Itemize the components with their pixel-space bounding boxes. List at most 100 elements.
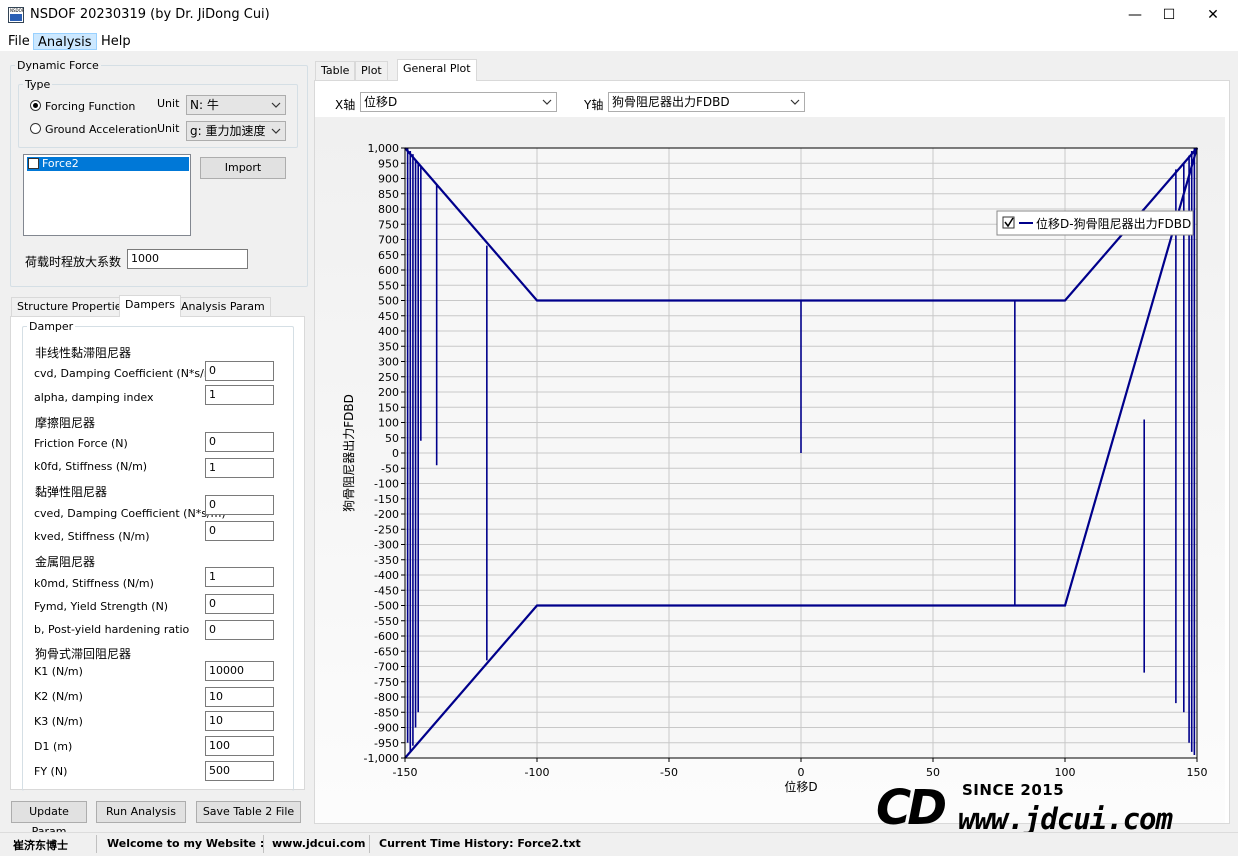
y-axis-title: 狗骨阻尼器出力FDBD <box>342 394 356 512</box>
kved-input[interactable]: 0 <box>205 521 274 541</box>
d1-input[interactable]: 100 <box>205 736 274 756</box>
force-item-checkbox[interactable] <box>28 158 39 169</box>
amplify-label: 荷载时程放大系数 <box>25 255 122 269</box>
k0fd-input[interactable]: 1 <box>205 458 274 478</box>
y-tick-label: -50 <box>381 462 399 475</box>
cvd-input[interactable]: 0 <box>205 361 274 381</box>
chevron-down-icon <box>542 99 552 105</box>
section-viscoelastic: 黏弹性阻尼器 <box>35 485 108 499</box>
tab-analysis-param[interactable]: Analysis Param <box>175 297 271 317</box>
maximize-button[interactable]: ☐ <box>1146 0 1192 31</box>
fymd-input[interactable]: 0 <box>205 594 274 614</box>
legend[interactable]: 位移D-狗骨阻尼器出力FDBD <box>996 210 1194 236</box>
y-tick-label: -800 <box>374 691 399 704</box>
y-tick-label: 250 <box>378 371 399 384</box>
cvd-label: cvd, Damping Coefficient (N*s/m) <box>34 367 219 380</box>
app-icon-label: NSDOF <box>10 8 25 13</box>
x-axis-select[interactable]: 位移D <box>360 92 557 112</box>
k0md-input[interactable]: 1 <box>205 567 274 587</box>
tab-plot[interactable]: Plot <box>355 61 388 81</box>
since-2015-text: SINCE 2015 <box>962 781 1065 799</box>
y-tick-label: 600 <box>378 264 399 277</box>
y-tick-label: -750 <box>374 676 399 689</box>
k0md-label: k0md, Stiffness (N/m) <box>34 577 154 590</box>
window-title: NSDOF 20230319 (by Dr. JiDong Cui) <box>30 7 270 22</box>
alpha-label: alpha, damping index <box>34 391 154 404</box>
x-tick-label: -100 <box>525 766 550 779</box>
y-tick-label: 800 <box>378 203 399 216</box>
y-tick-label: 450 <box>378 310 399 323</box>
tab-structure-properties[interactable]: Structure Properties <box>11 297 134 317</box>
ground-acceleration-label: Ground Acceleration <box>45 123 158 136</box>
chart[interactable]: 1,00095090085080075070065060055050045040… <box>315 117 1225 823</box>
close-button[interactable]: ✕ <box>1190 0 1236 31</box>
type-legend: Type <box>25 78 51 91</box>
y-tick-label: 500 <box>378 295 399 308</box>
friction-force-label: Friction Force (N) <box>34 437 128 450</box>
y-tick-label: 50 <box>385 432 399 445</box>
friction-force-input[interactable]: 0 <box>205 432 274 452</box>
y-tick-label: -350 <box>374 554 399 567</box>
y-tick-label: 400 <box>378 325 399 338</box>
y-axis-select[interactable]: 狗骨阻尼器出力FDBD <box>608 92 805 112</box>
tab-dampers[interactable]: Dampers <box>119 295 181 317</box>
menu-bar: File Analysis Help <box>0 31 1238 51</box>
tab-table[interactable]: Table <box>315 61 356 81</box>
k2-label: K2 (N/m) <box>34 690 83 703</box>
menu-help[interactable]: Help <box>97 33 135 50</box>
force-list[interactable]: Force2 <box>23 154 191 236</box>
y-tick-label: -1,000 <box>364 752 399 765</box>
k2-input[interactable]: 10 <box>205 687 274 707</box>
y-tick-label: -400 <box>374 569 399 582</box>
run-analysis-button[interactable]: Run Analysis <box>96 801 186 823</box>
menu-analysis[interactable]: Analysis <box>33 33 97 50</box>
y-tick-label: 550 <box>378 279 399 292</box>
cved-input[interactable]: 0 <box>205 495 274 515</box>
b-label: b, Post-yield hardening ratio <box>34 623 190 636</box>
forcing-unit-value: N: 牛 <box>190 98 219 112</box>
menu-file[interactable]: File <box>4 33 34 50</box>
chevron-down-icon <box>271 128 281 134</box>
x-axis-label: X轴 <box>335 98 356 112</box>
x-tick-label: -50 <box>660 766 678 779</box>
status-website-link[interactable]: www.jdcui.com <box>272 837 365 850</box>
title-bar[interactable]: NSDOF NSDOF 20230319 (by Dr. JiDong Cui)… <box>0 0 1238 31</box>
k1-input[interactable]: 10000 <box>205 661 274 681</box>
k3-input[interactable]: 10 <box>205 711 274 731</box>
force-list-item[interactable]: Force2 <box>27 157 189 171</box>
chevron-down-icon <box>790 99 800 105</box>
y-tick-label: 950 <box>378 157 399 170</box>
y-tick-label: 850 <box>378 188 399 201</box>
ground-unit-value: g: 重力加速度 <box>190 124 266 138</box>
fy-input[interactable]: 500 <box>205 761 274 781</box>
tab-general-plot[interactable]: General Plot <box>397 59 477 81</box>
b-input[interactable]: 0 <box>205 620 274 640</box>
import-button[interactable]: Import <box>200 157 286 179</box>
section-nonlinear: 非线性黏滞阻尼器 <box>35 346 132 360</box>
y-axis-value: 狗骨阻尼器出力FDBD <box>612 95 730 109</box>
y-tick-label: -650 <box>374 645 399 658</box>
y-tick-label: -550 <box>374 615 399 628</box>
forcing-unit-select[interactable]: N: 牛 <box>186 95 286 115</box>
y-tick-label: -200 <box>374 508 399 521</box>
section-friction: 摩擦阻尼器 <box>35 416 96 430</box>
ground-acceleration-radio[interactable] <box>30 123 41 134</box>
amplify-input[interactable]: 1000 <box>127 249 248 269</box>
y-tick-label: -900 <box>374 722 399 735</box>
status-current-history: Current Time History: Force2.txt <box>379 837 581 850</box>
fy-label: FY (N) <box>34 765 68 778</box>
k1-label: K1 (N/m) <box>34 665 83 678</box>
cd-logo: CD <box>876 780 947 836</box>
y-tick-label: 150 <box>378 401 399 414</box>
ground-unit-select[interactable]: g: 重力加速度 <box>186 121 286 141</box>
d1-label: D1 (m) <box>34 740 73 753</box>
alpha-input[interactable]: 1 <box>205 385 274 405</box>
save-table-button[interactable]: Save Table 2 File <box>196 801 301 823</box>
forcing-function-radio[interactable] <box>30 100 41 111</box>
update-param-button[interactable]: Update Param <box>11 801 87 838</box>
kved-label: kved, Stiffness (N/m) <box>34 530 150 543</box>
ground-unit-label: Unit <box>157 122 180 135</box>
y-tick-label: -700 <box>374 661 399 674</box>
forcing-function-label: Forcing Function <box>45 100 136 113</box>
y-tick-label: 650 <box>378 249 399 262</box>
